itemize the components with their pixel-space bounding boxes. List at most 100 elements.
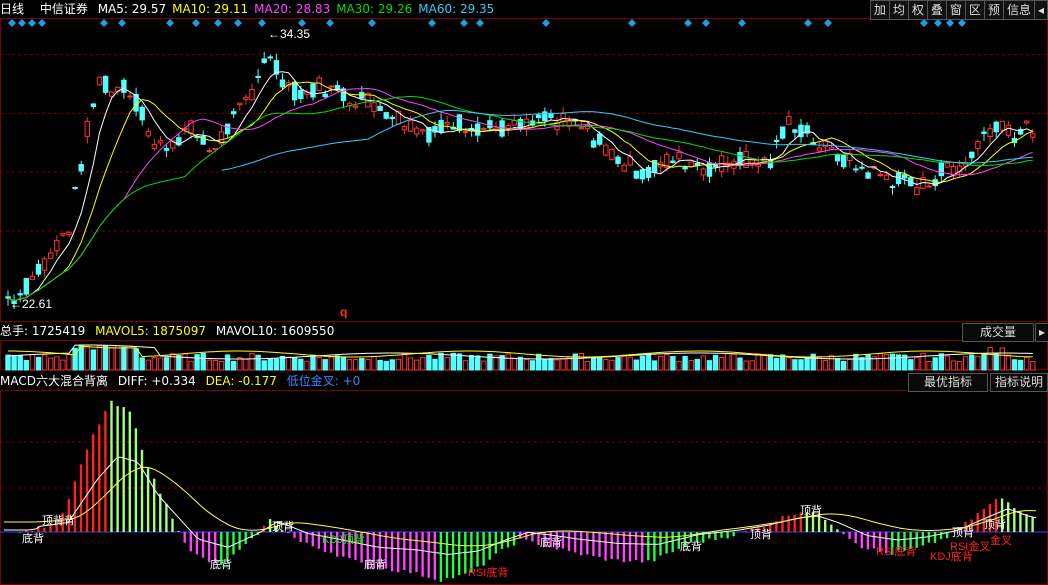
- candle-body: [157, 140, 164, 144]
- macd-header: MACD六大混合背离 DIFF: +0.334 DEA: -0.177 低位金叉…: [0, 372, 366, 390]
- signal-diamond: [118, 19, 126, 27]
- volume-bar: [847, 358, 853, 371]
- volume-bar: [944, 355, 951, 371]
- volume-bar: [682, 355, 688, 371]
- ma-line: [7, 71, 1033, 302]
- macd-histogram-bar: [159, 493, 162, 532]
- candle-body: [23, 277, 30, 295]
- toolbar-button[interactable]: 叠: [926, 0, 947, 20]
- signal-diamond: [368, 19, 376, 27]
- macd-dea: DEA: -0.177: [205, 374, 277, 388]
- candle-body: [944, 162, 951, 168]
- best-indicator-button[interactable]: 最优指标: [908, 373, 988, 392]
- volume-bar: [322, 359, 328, 371]
- toolbar-button[interactable]: 加: [869, 0, 890, 20]
- volume-bar: [163, 357, 170, 371]
- volume-bar: [658, 355, 664, 371]
- volume-bar: [706, 360, 713, 371]
- toolbar-button[interactable]: ◂: [1033, 0, 1048, 20]
- candle-body: [206, 150, 213, 153]
- volume-bar: [365, 358, 371, 371]
- candle-body: [224, 123, 231, 135]
- indicator-explain-button[interactable]: 指标说明: [990, 373, 1048, 392]
- volume-expand-button[interactable]: ▸: [1035, 323, 1048, 342]
- toolbar-button[interactable]: 区: [964, 0, 985, 20]
- macd-histogram-bar: [403, 532, 406, 571]
- toolbar-button[interactable]: 窗: [945, 0, 966, 20]
- volume-bar: [743, 360, 749, 371]
- volume-bar: [23, 359, 30, 371]
- candle-body: [127, 95, 133, 98]
- candle-body: [377, 105, 383, 112]
- macd-histogram-bar: [85, 449, 89, 532]
- signal-diamond: [326, 19, 334, 27]
- candle-body: [993, 121, 999, 133]
- mavol5-label: MAVOL5: 1875097: [95, 324, 206, 338]
- macd-histogram-bar: [567, 532, 571, 551]
- volume-bar: [292, 357, 298, 371]
- candle-body: [841, 154, 847, 168]
- volume-bar: [353, 359, 359, 371]
- stock-chart-canvas[interactable]: ←34.35←22.61q底背顶背背底背顶背KDJ顶背底背RSI底背底背 底背顶背…: [0, 0, 1048, 585]
- volume-bar: [719, 356, 725, 371]
- volume-bar: [401, 353, 408, 371]
- volume-bar: [932, 357, 938, 371]
- volume-bar: [511, 358, 517, 371]
- divergence-label: 底背: [680, 539, 702, 553]
- volume-bar: [956, 361, 963, 371]
- macd-histogram-bar: [671, 532, 674, 553]
- volume-bar: [243, 358, 249, 371]
- toolbar-button[interactable]: 信息: [1002, 0, 1035, 20]
- macd-histogram-bar: [604, 532, 607, 561]
- macd-cross: 低位金叉: +0: [286, 374, 361, 388]
- toolbar-button[interactable]: 权: [907, 0, 928, 20]
- macd-histogram-bar: [244, 532, 247, 544]
- candle-body: [243, 96, 249, 100]
- candle-body: [444, 122, 450, 125]
- candle-body: [633, 170, 639, 179]
- candle-body: [1005, 124, 1012, 136]
- volume-bar: [11, 354, 17, 371]
- candle-body: [987, 128, 993, 138]
- volume-bar: [834, 358, 841, 371]
- candle-body: [249, 88, 255, 101]
- volume-bar: [121, 346, 127, 371]
- macd-histogram-bar: [232, 532, 235, 555]
- divergence-label: KDJ顶背: [322, 532, 365, 546]
- macd-histogram-bar: [79, 464, 83, 532]
- candle-body: [511, 120, 517, 126]
- signal-diamond: [460, 19, 468, 27]
- macd-histogram-bar: [726, 532, 729, 539]
- candle-body: [914, 187, 920, 196]
- toolbar-button[interactable]: 预: [983, 0, 1004, 20]
- volume-bar: [66, 354, 72, 371]
- stock-name: 中信证券: [39, 2, 88, 16]
- macd-histogram-bar: [299, 532, 302, 543]
- volume-bar: [157, 357, 164, 371]
- candle-body: [255, 75, 261, 78]
- candle-body: [1024, 120, 1030, 124]
- volume-bar: [841, 360, 847, 371]
- volume-bar: [267, 358, 274, 371]
- macd-histogram-bar: [866, 532, 870, 550]
- volume-indicator-button[interactable]: 成交量: [962, 323, 1034, 342]
- volume-bar: [468, 355, 475, 371]
- divergence-label: 顶背: [272, 519, 294, 533]
- volume-bar: [96, 345, 103, 371]
- volume-bar: [48, 357, 54, 371]
- signal-diamond: [298, 19, 306, 27]
- candle-body: [865, 172, 871, 179]
- macd-histogram-bar: [238, 532, 241, 550]
- volume-bar: [212, 360, 219, 371]
- high-price-label: ←34.35: [268, 27, 310, 41]
- volume-bar: [554, 359, 560, 371]
- signal-diamond: [476, 19, 484, 27]
- toolbar-button[interactable]: 均: [888, 0, 909, 20]
- volume-bar: [621, 355, 627, 371]
- volume-bar: [200, 352, 206, 371]
- signal-diamond: [958, 19, 966, 27]
- macd-histogram-bar: [781, 515, 784, 532]
- volume-bar: [865, 354, 871, 371]
- candle-body: [420, 129, 426, 132]
- candle-body: [688, 161, 694, 168]
